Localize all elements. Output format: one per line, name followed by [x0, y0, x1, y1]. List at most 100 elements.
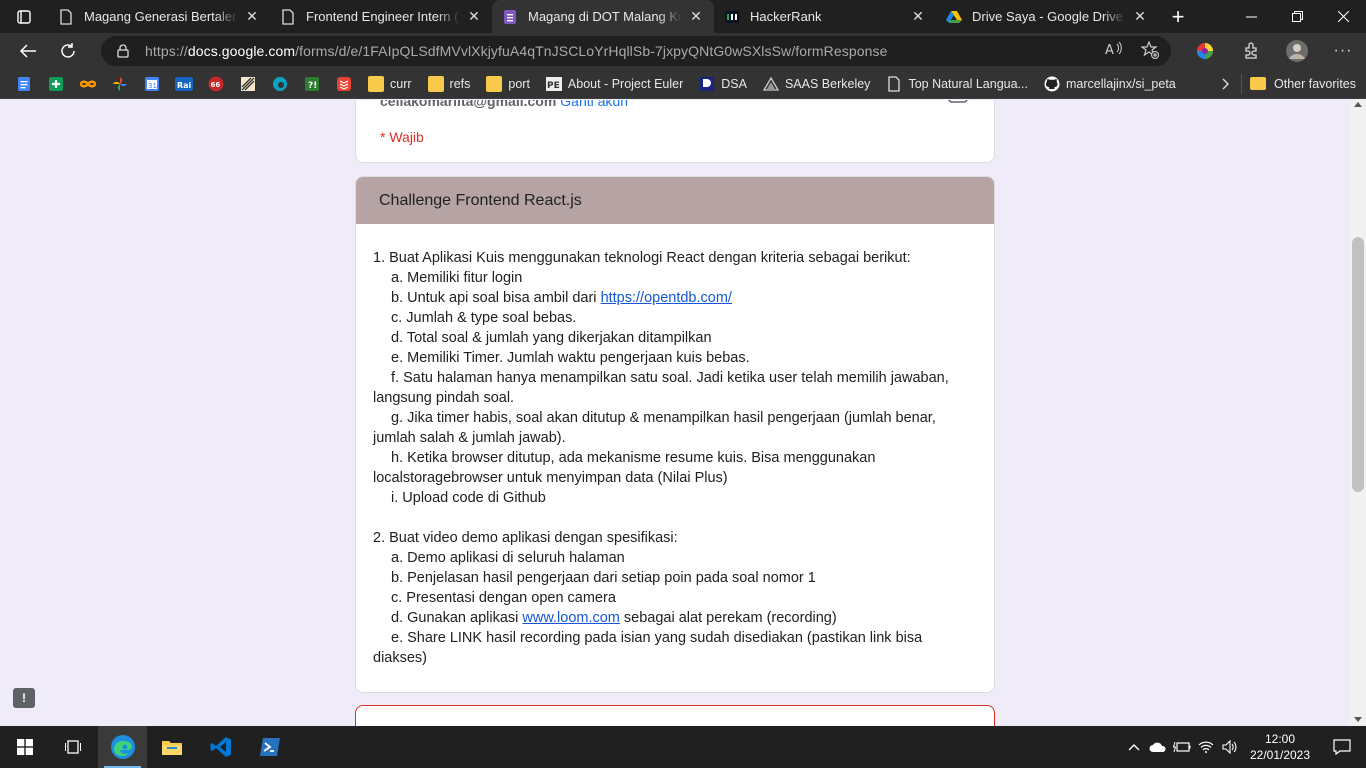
onedrive-button[interactable] [1146, 741, 1170, 753]
bookmark-label: DSA [721, 76, 747, 91]
bookmark-label: port [508, 76, 530, 91]
dsa-icon [700, 76, 715, 91]
hackerrank-icon [724, 9, 740, 25]
restore-button[interactable] [1274, 0, 1320, 33]
lock-icon[interactable] [115, 43, 131, 59]
tab-title: Drive Saya - Google Drive [972, 9, 1123, 24]
cloud-saved-icon [948, 100, 968, 103]
back-arrow-icon [19, 44, 36, 58]
taskbar-file-explorer[interactable] [147, 726, 196, 768]
bookmark-folder-refs[interactable]: refs [420, 69, 479, 99]
taskbar-edge[interactable] [98, 726, 147, 768]
bookmarks-overflow-button[interactable] [1211, 78, 1241, 90]
task-view-button[interactable] [49, 726, 98, 768]
bookmark-folder-port[interactable]: port [478, 69, 538, 99]
description-text: d. Gunakan aplikasi [391, 610, 523, 626]
svg-text:A: A [1105, 43, 1114, 57]
opentdb-link[interactable]: https://opentdb.com/ [601, 290, 732, 306]
bookmark-google-classroom[interactable] [40, 69, 72, 99]
bookmark-label: marcellajinx/si_peta [1065, 76, 1176, 91]
bookmark-docs[interactable] [8, 69, 40, 99]
refresh-button[interactable] [48, 33, 88, 69]
description-line: b. Untuk api soal bisa ambil dari https:… [373, 288, 978, 308]
switch-account-link[interactable]: Ganti akun [560, 100, 628, 109]
loom-link[interactable]: www.loom.com [522, 610, 620, 626]
scroll-up-arrow-icon[interactable] [1354, 102, 1362, 107]
url-prefix: https:// [145, 43, 188, 59]
tab-hackerrank[interactable]: HackerRank ✕ [714, 0, 936, 33]
taskbar-clock[interactable]: 12:00 22/01/2023 [1242, 731, 1318, 763]
tab-magang-dot-malang[interactable]: Magang di DOT Malang Kuy ✕ [492, 0, 714, 33]
bookmark-google-calendar[interactable]: 31 [136, 69, 168, 99]
description-text: b. Untuk api soal bisa ambil dari [391, 290, 601, 306]
page-scrollbar[interactable] [1350, 100, 1366, 726]
close-icon[interactable]: ✕ [1132, 8, 1148, 25]
scroll-thumb[interactable] [1352, 237, 1364, 492]
bookmark-todoist[interactable] [328, 69, 360, 99]
bookmark-pencil-site[interactable] [232, 69, 264, 99]
todoist-icon [337, 76, 351, 91]
close-icon[interactable]: ✕ [244, 8, 260, 25]
folder-icon [368, 75, 384, 92]
battery-button[interactable] [1170, 741, 1194, 753]
google-plus-icon [49, 76, 63, 91]
close-icon[interactable]: ✕ [688, 8, 704, 25]
account-email: cellakomariita@gmail.com [380, 100, 557, 109]
tray-overflow-button[interactable] [1122, 743, 1146, 751]
description-line: e. Share LINK hasil recording pada isian… [391, 630, 923, 646]
tab-google-drive[interactable]: Drive Saya - Google Drive ✕ [936, 0, 1158, 33]
bookmark-top-nlp[interactable]: Top Natural Langua... [878, 69, 1036, 99]
minimize-button[interactable] [1228, 0, 1274, 33]
settings-more-icon[interactable]: ··· [1320, 33, 1366, 69]
url-text[interactable]: https://docs.google.com/forms/d/e/1FAIpQ… [145, 43, 888, 59]
start-button[interactable] [0, 726, 49, 768]
bookmark-green-site[interactable]: ?! [296, 69, 328, 99]
bookmark-folder-curr[interactable]: curr [360, 69, 420, 99]
restore-icon [1291, 11, 1303, 22]
tab-magang-generasi[interactable]: Magang Generasi Bertalenta ✕ [48, 0, 270, 33]
address-bar[interactable]: https://docs.google.com/forms/d/e/1FAIpQ… [101, 36, 1171, 66]
taskbar-powershell[interactable] [245, 726, 294, 768]
bookmark-dsa[interactable]: DSA [691, 69, 755, 99]
calendar-icon: 31 [145, 76, 159, 91]
description-line: c. Presentasi dengan open camera [391, 590, 616, 606]
tab-frontend-engineer[interactable]: Frontend Engineer Intern (Re ✕ [270, 0, 492, 33]
chevron-right-icon [1222, 78, 1230, 89]
description-line: b. Penjelasan hasil pengerjaan dari seti… [391, 570, 816, 586]
extensions-icon[interactable] [1228, 33, 1274, 69]
close-icon[interactable]: ✕ [466, 8, 482, 25]
bookmark-rai[interactable]: Rai [168, 69, 200, 99]
chevron-up-icon [1128, 744, 1140, 751]
profile-avatar[interactable] [1274, 33, 1320, 69]
bookmark-saas-berkeley[interactable]: SAAS Berkeley [755, 69, 878, 99]
scroll-down-arrow-icon[interactable] [1354, 717, 1362, 722]
taskbar-vscode[interactable] [196, 726, 245, 768]
number-66-icon: 66 [208, 76, 224, 91]
bookmark-edge-site[interactable] [264, 69, 296, 99]
feedback-button[interactable]: ! [13, 688, 35, 708]
minimize-icon [1245, 16, 1257, 18]
volume-button[interactable] [1218, 740, 1242, 754]
back-button[interactable] [8, 33, 48, 69]
add-favorite-icon[interactable] [1140, 39, 1159, 62]
bookmark-google-photos[interactable] [104, 69, 136, 99]
pencil-stripes-icon [241, 76, 255, 91]
read-aloud-icon[interactable]: A [1105, 41, 1123, 62]
bookmark-66[interactable]: 66 [200, 69, 232, 99]
close-icon[interactable]: ✕ [910, 8, 926, 25]
bookmark-github-si-peta[interactable]: marcellajinx/si_peta [1036, 69, 1184, 99]
tab-actions-button[interactable] [0, 0, 48, 33]
description-line: i. Upload code di Github [391, 490, 546, 506]
bookmark-project-euler[interactable]: PE About - Project Euler [538, 69, 691, 99]
question-card-required[interactable] [355, 705, 995, 726]
other-favorites[interactable]: Other favorites [1241, 73, 1366, 94]
powershell-icon [259, 738, 280, 756]
color-extension-icon[interactable] [1182, 33, 1228, 69]
wifi-button[interactable] [1194, 740, 1218, 754]
section-title: Challenge Frontend React.js [356, 177, 994, 224]
notification-center-button[interactable] [1318, 739, 1366, 755]
close-window-button[interactable] [1320, 0, 1366, 33]
bookmark-infinity[interactable] [72, 69, 104, 99]
new-tab-button[interactable]: + [1158, 0, 1198, 33]
